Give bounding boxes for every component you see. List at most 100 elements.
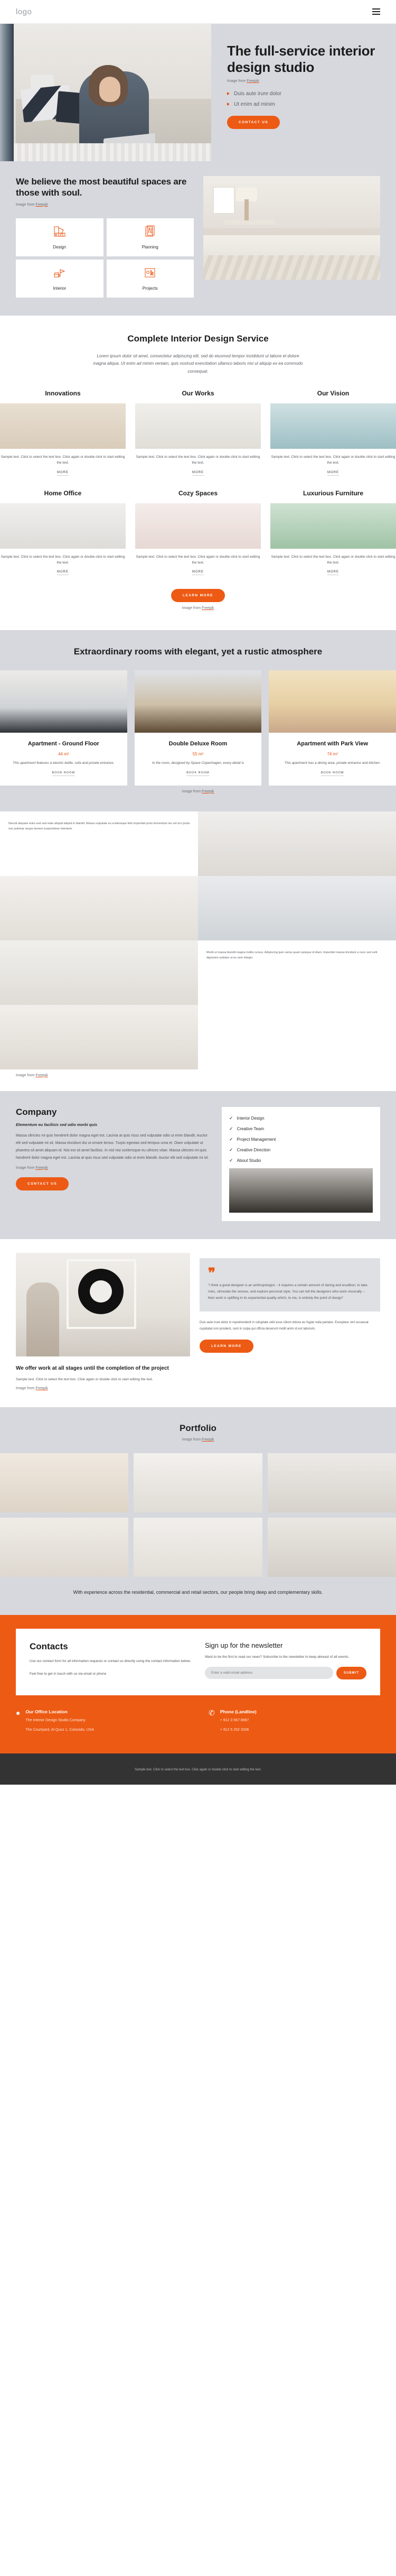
services-section: Complete Interior Design Service Lorem i… — [0, 315, 396, 631]
service-more-link[interactable]: MORE — [327, 570, 339, 576]
believe-card-design[interactable]: Design — [16, 218, 103, 256]
list-item[interactable]: ✓ Interior Design — [229, 1115, 373, 1121]
book-room-link[interactable]: BOOK ROOM — [186, 771, 210, 776]
contacts-detail-row: ● Our Office Location The Interior Desig… — [0, 1695, 396, 1754]
service-title: Home Office — [44, 489, 82, 497]
believe-card-grid: Design Planning Interior Projects — [16, 218, 194, 298]
room-card[interactable]: Apartment with Park View 74 m² This apar… — [269, 670, 396, 786]
room-image — [134, 670, 262, 733]
rooms-title: Extraordinary rooms with elegant, yet a … — [73, 647, 323, 657]
believe-card-projects[interactable]: Projects — [106, 259, 194, 298]
logo[interactable]: logo — [16, 7, 32, 16]
freepik-link[interactable]: Freepik — [35, 1166, 48, 1170]
service-card-our-vision: Our Vision Sample text. Click to select … — [270, 390, 396, 476]
work-section: We offer work at all stages until the co… — [0, 1239, 396, 1408]
site-footer: Sample text. Click to select the text bo… — [0, 1753, 396, 1785]
room-image — [269, 670, 396, 733]
room-card[interactable]: Apartment - Ground Floor 44 m² This apar… — [0, 670, 127, 786]
room-card[interactable]: Double Deluxe Room 55 m² In the room, de… — [134, 670, 262, 786]
email-input[interactable] — [205, 1667, 333, 1679]
list-item[interactable]: ✓ Project Management — [229, 1137, 373, 1142]
service-more-link[interactable]: MORE — [192, 570, 204, 576]
service-image — [135, 403, 261, 449]
service-image — [0, 403, 126, 449]
quote-box: ❞ "I think a good designer is an anthrop… — [200, 1258, 380, 1312]
portfolio-image[interactable] — [267, 1518, 396, 1577]
service-more-link[interactable]: MORE — [327, 471, 339, 476]
office-location-block: ● Our Office Location The Interior Desig… — [16, 1709, 187, 1734]
freepik-link[interactable]: Freepik — [202, 1438, 214, 1442]
list-item[interactable]: ✓ Creative Direction — [229, 1147, 373, 1153]
service-more-link[interactable]: MORE — [57, 570, 69, 576]
location-pin-icon: ● — [16, 1708, 21, 1717]
freepik-link[interactable]: Freepik — [202, 790, 214, 793]
room-description: This apartment has a dining area, privat… — [284, 761, 381, 765]
freepik-link[interactable]: Freepik — [247, 79, 259, 83]
list-item[interactable]: ✓ About Studio — [229, 1158, 373, 1164]
office-location-title: Our Office Location — [25, 1709, 68, 1714]
work-learn-more-button[interactable]: LEARN MORE — [200, 1340, 253, 1353]
submit-button[interactable]: SUBMIT — [336, 1666, 366, 1679]
gallery-text-cell: Nesciti aliquam enim erat sed male aliqu… — [0, 811, 198, 876]
gallery-image — [198, 875, 396, 940]
believe-card-interior[interactable]: Interior — [16, 259, 103, 298]
portfolio-image[interactable] — [0, 1518, 129, 1577]
portfolio-section: Portfolio Image from Freepik With experi… — [0, 1407, 396, 1615]
portfolio-image[interactable] — [134, 1518, 262, 1577]
quote-text: "I think a good designer is an anthropol… — [208, 1284, 367, 1300]
services-subtitle: Lorem ipsum dolor sit amet, consectetur … — [93, 353, 303, 374]
check-icon: ✓ — [229, 1157, 233, 1163]
hero-section: The full-service interior design studio … — [0, 24, 396, 161]
hero-image — [0, 24, 211, 161]
learn-more-button[interactable]: LEARN MORE — [171, 589, 225, 603]
check-icon: ✓ — [229, 1147, 233, 1152]
company-subtitle: Elementum eu facilisis sed odio morbi qu… — [16, 1122, 98, 1127]
contacts-section: Contacts Use our contact form for all in… — [0, 1614, 396, 1754]
company-checklist: ✓ Interior Design ✓ Creative Team ✓ Project… — [229, 1115, 373, 1164]
service-image — [135, 503, 261, 549]
portfolio-image[interactable] — [134, 1453, 262, 1513]
work-image-credit: Image from Freepik — [16, 1387, 48, 1391]
compass-blueprint-icon — [143, 225, 157, 241]
portfolio-footer-text: With experience across the residential, … — [73, 1590, 323, 1595]
freepik-link[interactable]: Freepik — [202, 606, 214, 610]
check-icon: ✓ — [229, 1136, 233, 1142]
phone-line-2[interactable]: + 912 5 252 3336 — [220, 1727, 257, 1733]
work-heading: We offer work at all stages until the co… — [16, 1365, 169, 1371]
footer-text: Sample text. Click to select the text bo… — [135, 1768, 261, 1772]
contacts-para-1: Use our contact form for all information… — [30, 1659, 191, 1663]
freepik-link[interactable]: Freepik — [35, 1387, 48, 1390]
service-text: Sample text. Click to select the text bo… — [1, 555, 125, 565]
believe-image-credit: Image from Freepik — [16, 202, 48, 207]
checklist-label: Creative Direction — [237, 1147, 271, 1152]
service-more-link[interactable]: MORE — [57, 471, 69, 476]
list-item[interactable]: ✓ Creative Team — [229, 1126, 373, 1132]
room-name: Apartment - Ground Floor — [27, 741, 99, 747]
company-contact-button[interactable]: CONTACT US — [16, 1177, 69, 1190]
portfolio-image[interactable] — [0, 1453, 129, 1513]
company-checklist-panel: ✓ Interior Design ✓ Creative Team ✓ Project… — [222, 1106, 380, 1221]
sofa-lamp-icon — [53, 266, 67, 282]
company-body: Massa ultricies mi quis hendrerit dolor … — [16, 1133, 209, 1160]
book-room-link[interactable]: BOOK ROOM — [52, 771, 76, 776]
gallery-image-credit: Image from Freepik — [16, 1073, 48, 1077]
service-title: Innovations — [45, 389, 81, 397]
phone-line-1[interactable]: + 912 3 567 8987 — [220, 1718, 257, 1724]
service-card-luxurious-furniture: Luxurious Furniture Sample text. Click t… — [270, 490, 396, 576]
page-root: logo The full-service interior design st… — [0, 0, 396, 1785]
service-title: Our Vision — [317, 389, 350, 397]
portfolio-image[interactable] — [267, 1453, 396, 1513]
book-room-link[interactable]: BOOK ROOM — [320, 771, 344, 776]
contact-us-button[interactable]: CONTACT US — [227, 116, 280, 130]
service-text: Sample text. Click to select the text bo… — [136, 455, 260, 465]
hamburger-icon[interactable] — [372, 8, 380, 15]
phone-icon: ✆ — [209, 1708, 215, 1717]
gallery-text-cell: Morbi ut massa blandit magna mollis curs… — [198, 940, 396, 1005]
freepik-link[interactable]: Freepik — [35, 1074, 48, 1077]
service-more-link[interactable]: MORE — [192, 471, 204, 476]
believe-card-planning[interactable]: Planning — [106, 218, 194, 256]
freepik-link[interactable]: Freepik — [35, 203, 48, 207]
hero-bullet-list: Duis aute irure dolor Ut enim ad minim — [227, 90, 381, 108]
service-card-our-works: Our Works Sample text. Click to select t… — [135, 390, 261, 476]
company-content: Company Elementum eu facilisis sed odio … — [0, 1107, 211, 1221]
